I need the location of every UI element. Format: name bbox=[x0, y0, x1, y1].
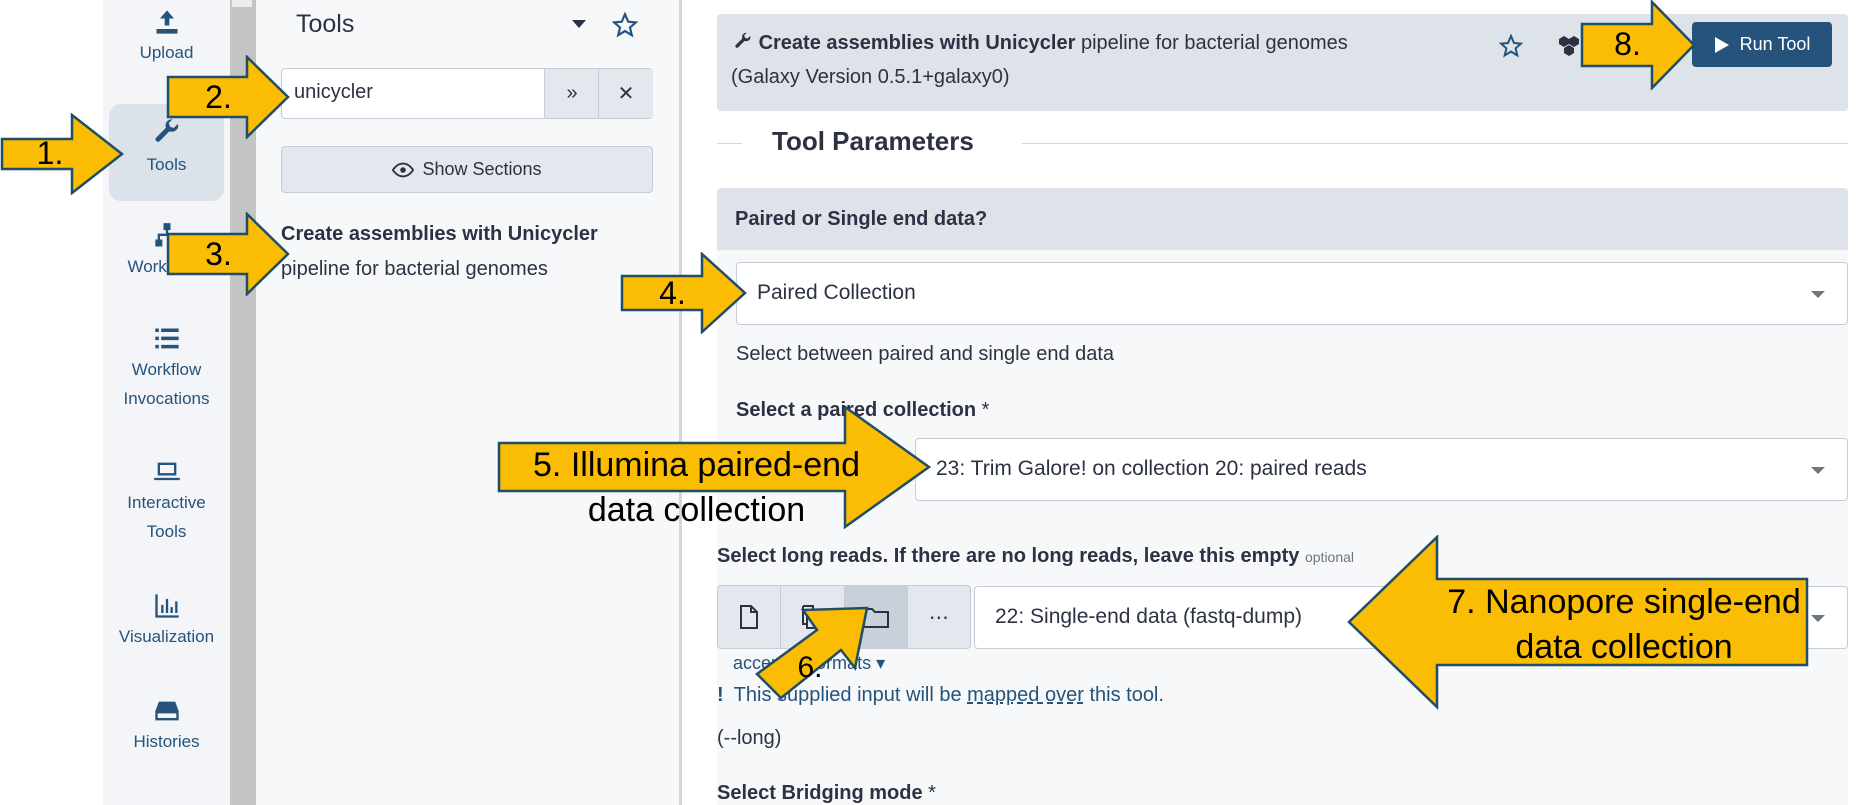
panel-divider[interactable] bbox=[679, 0, 682, 805]
annotation-label-7: 7. Nanopore single-end data collection bbox=[1447, 583, 1801, 666]
panel-dropdown-caret-icon[interactable] bbox=[572, 20, 586, 28]
cubes-icon[interactable] bbox=[1557, 34, 1581, 58]
annotation-label-8: 8. bbox=[1614, 26, 1641, 62]
annotation-label-6: 6. bbox=[797, 651, 823, 684]
paired-single-label: Paired or Single end data? bbox=[735, 208, 988, 230]
tool-search-result[interactable]: Create assemblies with Unicycler pipelin… bbox=[281, 217, 671, 287]
list-icon bbox=[154, 328, 179, 349]
paired-single-header: Paired or Single end data? bbox=[717, 188, 1848, 250]
activity-interactive-tools[interactable]: Interactive Tools bbox=[109, 458, 224, 558]
tool-panel bbox=[256, 0, 679, 805]
chart-icon bbox=[154, 594, 179, 618]
chevron-down-icon bbox=[1811, 615, 1825, 622]
paired-single-select[interactable]: Paired Collection bbox=[736, 262, 1848, 325]
tool-panel-title: Tools bbox=[296, 10, 355, 38]
hdd-icon bbox=[154, 701, 179, 721]
ellipsis-icon: ⋯ bbox=[928, 606, 949, 629]
tool-version: (Galaxy Version 0.5.1+galaxy0) bbox=[731, 66, 1010, 88]
activity-workflow-invocations[interactable]: Workflow Invocations bbox=[109, 325, 224, 425]
more-options-button[interactable]: ⋯ bbox=[908, 586, 970, 648]
run-tool-button[interactable]: Run Tool bbox=[1692, 22, 1832, 67]
tool-search-input[interactable] bbox=[294, 69, 544, 116]
annotation-label-4: 4. bbox=[659, 275, 686, 311]
activity-visualization[interactable]: Visualization bbox=[109, 592, 224, 662]
show-sections-button[interactable]: Show Sections bbox=[281, 146, 653, 193]
exclamation-icon: ! bbox=[717, 684, 724, 706]
laptop-icon bbox=[153, 462, 180, 481]
tool-result-name: Create assemblies with Unicycler bbox=[281, 223, 598, 245]
double-chevron-down-icon: » bbox=[566, 82, 578, 104]
long-reads-label: Select long reads. If there are no long … bbox=[717, 545, 1355, 567]
advanced-search-button[interactable]: » bbox=[544, 69, 599, 118]
annotation-label-2: 2. bbox=[205, 79, 232, 115]
section-rule bbox=[1022, 143, 1848, 144]
scrollbar-top bbox=[232, 0, 252, 7]
star-icon[interactable] bbox=[612, 12, 638, 38]
close-icon: ✕ bbox=[617, 83, 635, 105]
tool-parameters-title: Tool Parameters bbox=[772, 126, 974, 156]
tool-form-title: Create assemblies with Unicycler pipelin… bbox=[733, 32, 1348, 55]
wrench-icon bbox=[735, 32, 751, 48]
paired-single-help: Select between paired and single end dat… bbox=[736, 343, 1115, 365]
upload-icon bbox=[156, 10, 177, 34]
tool-result-description: pipeline for bacterial genomes bbox=[281, 258, 548, 280]
caret-down-icon: ▾ bbox=[876, 653, 886, 673]
chevron-down-icon bbox=[1811, 467, 1825, 474]
chevron-down-icon bbox=[1811, 291, 1825, 298]
clear-search-button[interactable]: ✕ bbox=[598, 69, 653, 118]
eye-icon bbox=[392, 162, 415, 177]
annotation-label-5: 5. Illumina paired-end data collection bbox=[533, 446, 860, 529]
activity-histories[interactable]: Histories bbox=[109, 697, 224, 767]
bridging-mode-label: Select Bridging mode * bbox=[717, 782, 936, 804]
long-reads-arg: (--long) bbox=[717, 727, 782, 749]
annotation-label-1: 1. bbox=[36, 135, 64, 171]
annotation-label-3: 3. bbox=[205, 236, 232, 272]
section-rule bbox=[717, 143, 742, 144]
favorite-star-icon[interactable] bbox=[1499, 34, 1523, 58]
play-icon bbox=[1714, 36, 1729, 53]
tool-search: » ✕ bbox=[281, 68, 653, 119]
mapped-over-link[interactable]: mapped over bbox=[967, 684, 1084, 706]
paired-collection-select[interactable]: 23: Trim Galore! on collection 20: paire… bbox=[915, 438, 1848, 501]
